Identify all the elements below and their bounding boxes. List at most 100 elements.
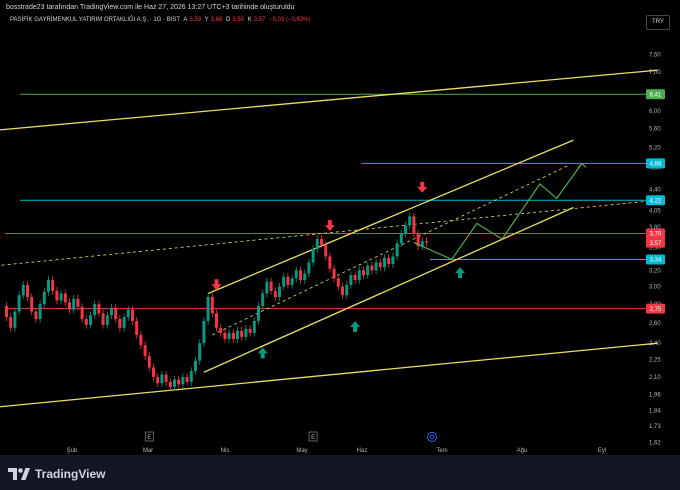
y-tick-label: 7,50 bbox=[649, 53, 661, 59]
candle-body bbox=[131, 309, 134, 321]
candle-body bbox=[269, 281, 273, 291]
x-tick-label: May bbox=[296, 448, 307, 454]
trend-line-upper-long bbox=[0, 69, 658, 131]
candle-body bbox=[9, 317, 13, 328]
candle-body bbox=[189, 371, 193, 382]
candle-body bbox=[412, 216, 416, 234]
candle-body bbox=[206, 296, 210, 321]
candle-body bbox=[311, 249, 315, 263]
candle-body bbox=[248, 328, 252, 333]
candle-body bbox=[257, 305, 260, 321]
candle-body bbox=[30, 296, 34, 312]
candle-body bbox=[84, 319, 88, 325]
y-tick-label: 3,20 bbox=[649, 268, 661, 274]
candle-body bbox=[93, 304, 97, 316]
x-tick-label: Şub bbox=[67, 448, 78, 454]
price-label-text: 4,22 bbox=[650, 198, 662, 204]
candle-body bbox=[210, 296, 214, 314]
candle-body bbox=[223, 332, 227, 339]
candle-body bbox=[383, 257, 386, 268]
candle-body bbox=[110, 307, 113, 316]
candle-body bbox=[404, 225, 407, 234]
candle-body bbox=[51, 279, 55, 291]
candle-body bbox=[21, 284, 25, 296]
candle-body bbox=[114, 307, 118, 320]
candle-body bbox=[231, 332, 235, 339]
x-tick-label: Mar bbox=[143, 448, 153, 454]
candle-body bbox=[408, 216, 412, 226]
x-tick-label: Tem bbox=[436, 448, 447, 454]
candle-body bbox=[362, 270, 365, 276]
candle-body bbox=[194, 360, 197, 372]
brand-name: TradingView bbox=[35, 467, 106, 481]
candle-body bbox=[97, 304, 101, 314]
candle-body bbox=[198, 343, 202, 361]
candle-body bbox=[282, 276, 286, 287]
candle-body bbox=[265, 281, 269, 294]
candle-body bbox=[299, 270, 302, 280]
candle-body bbox=[118, 319, 122, 328]
candle-body bbox=[345, 284, 349, 296]
candle-body bbox=[13, 311, 17, 328]
candle-body bbox=[80, 306, 84, 320]
candle-body bbox=[202, 320, 206, 344]
candle-body bbox=[378, 262, 382, 268]
candle-body bbox=[315, 239, 319, 250]
candle-body bbox=[185, 377, 189, 382]
candle-body bbox=[126, 309, 130, 318]
y-tick-label: 2,10 bbox=[649, 375, 661, 381]
tradingview-logo-icon bbox=[8, 468, 30, 480]
x-tick-label: Haz bbox=[357, 448, 368, 454]
dividend-marker-icon-inner bbox=[429, 434, 435, 440]
candle-body bbox=[55, 290, 59, 301]
candle-body bbox=[240, 330, 244, 337]
candle-body bbox=[47, 279, 50, 292]
candle-body bbox=[152, 367, 155, 377]
x-tick-label: Eyl bbox=[598, 448, 606, 454]
candle-body bbox=[68, 302, 71, 310]
candle-body bbox=[273, 290, 277, 297]
candle-body bbox=[143, 345, 147, 357]
candle-body bbox=[5, 305, 8, 318]
candle-body bbox=[324, 244, 328, 257]
candle-body bbox=[320, 239, 323, 245]
y-tick-label: 2,60 bbox=[649, 321, 661, 327]
candle-body bbox=[294, 270, 298, 279]
candle-body bbox=[139, 334, 143, 346]
event-marker-label: E bbox=[311, 435, 315, 441]
candle-body bbox=[219, 327, 223, 333]
candle-body bbox=[168, 381, 172, 387]
candle-body bbox=[370, 265, 374, 271]
candle-body bbox=[332, 268, 336, 279]
y-tick-label: 1,62 bbox=[649, 441, 661, 447]
candle-body bbox=[72, 298, 76, 310]
trend-line-lower-long bbox=[0, 342, 658, 408]
candle-body bbox=[164, 374, 168, 382]
candle-body bbox=[341, 286, 344, 296]
trend-line-channel-lower bbox=[203, 206, 574, 373]
candle-body bbox=[278, 286, 281, 297]
tradingview-logo[interactable]: TradingView bbox=[8, 467, 105, 481]
candle-body bbox=[303, 273, 307, 280]
candle-body bbox=[425, 241, 428, 243]
dividend-marker-icon bbox=[427, 432, 437, 442]
price-chart[interactable]: 7,507,006,005,605,204,804,404,053,803,50… bbox=[0, 0, 680, 455]
candle-body bbox=[156, 377, 160, 384]
candle-body bbox=[307, 262, 311, 274]
arrow-up-icon bbox=[257, 347, 268, 359]
candle-body bbox=[42, 291, 46, 305]
price-label-text: 2,75 bbox=[650, 307, 662, 313]
candle-body bbox=[328, 256, 332, 269]
x-tick-label: Ağu bbox=[517, 448, 528, 454]
price-label-text: 3,70 bbox=[650, 232, 662, 238]
candle-body bbox=[399, 233, 403, 244]
candle-body bbox=[395, 243, 399, 257]
candle-body bbox=[63, 293, 67, 303]
candle-body bbox=[105, 315, 109, 325]
candle-body bbox=[160, 374, 164, 384]
y-tick-label: 3,00 bbox=[649, 285, 661, 291]
candle-body bbox=[387, 257, 391, 265]
candle-body bbox=[122, 317, 126, 328]
candle-body bbox=[173, 379, 176, 387]
x-tick-label: Nis bbox=[221, 448, 230, 454]
